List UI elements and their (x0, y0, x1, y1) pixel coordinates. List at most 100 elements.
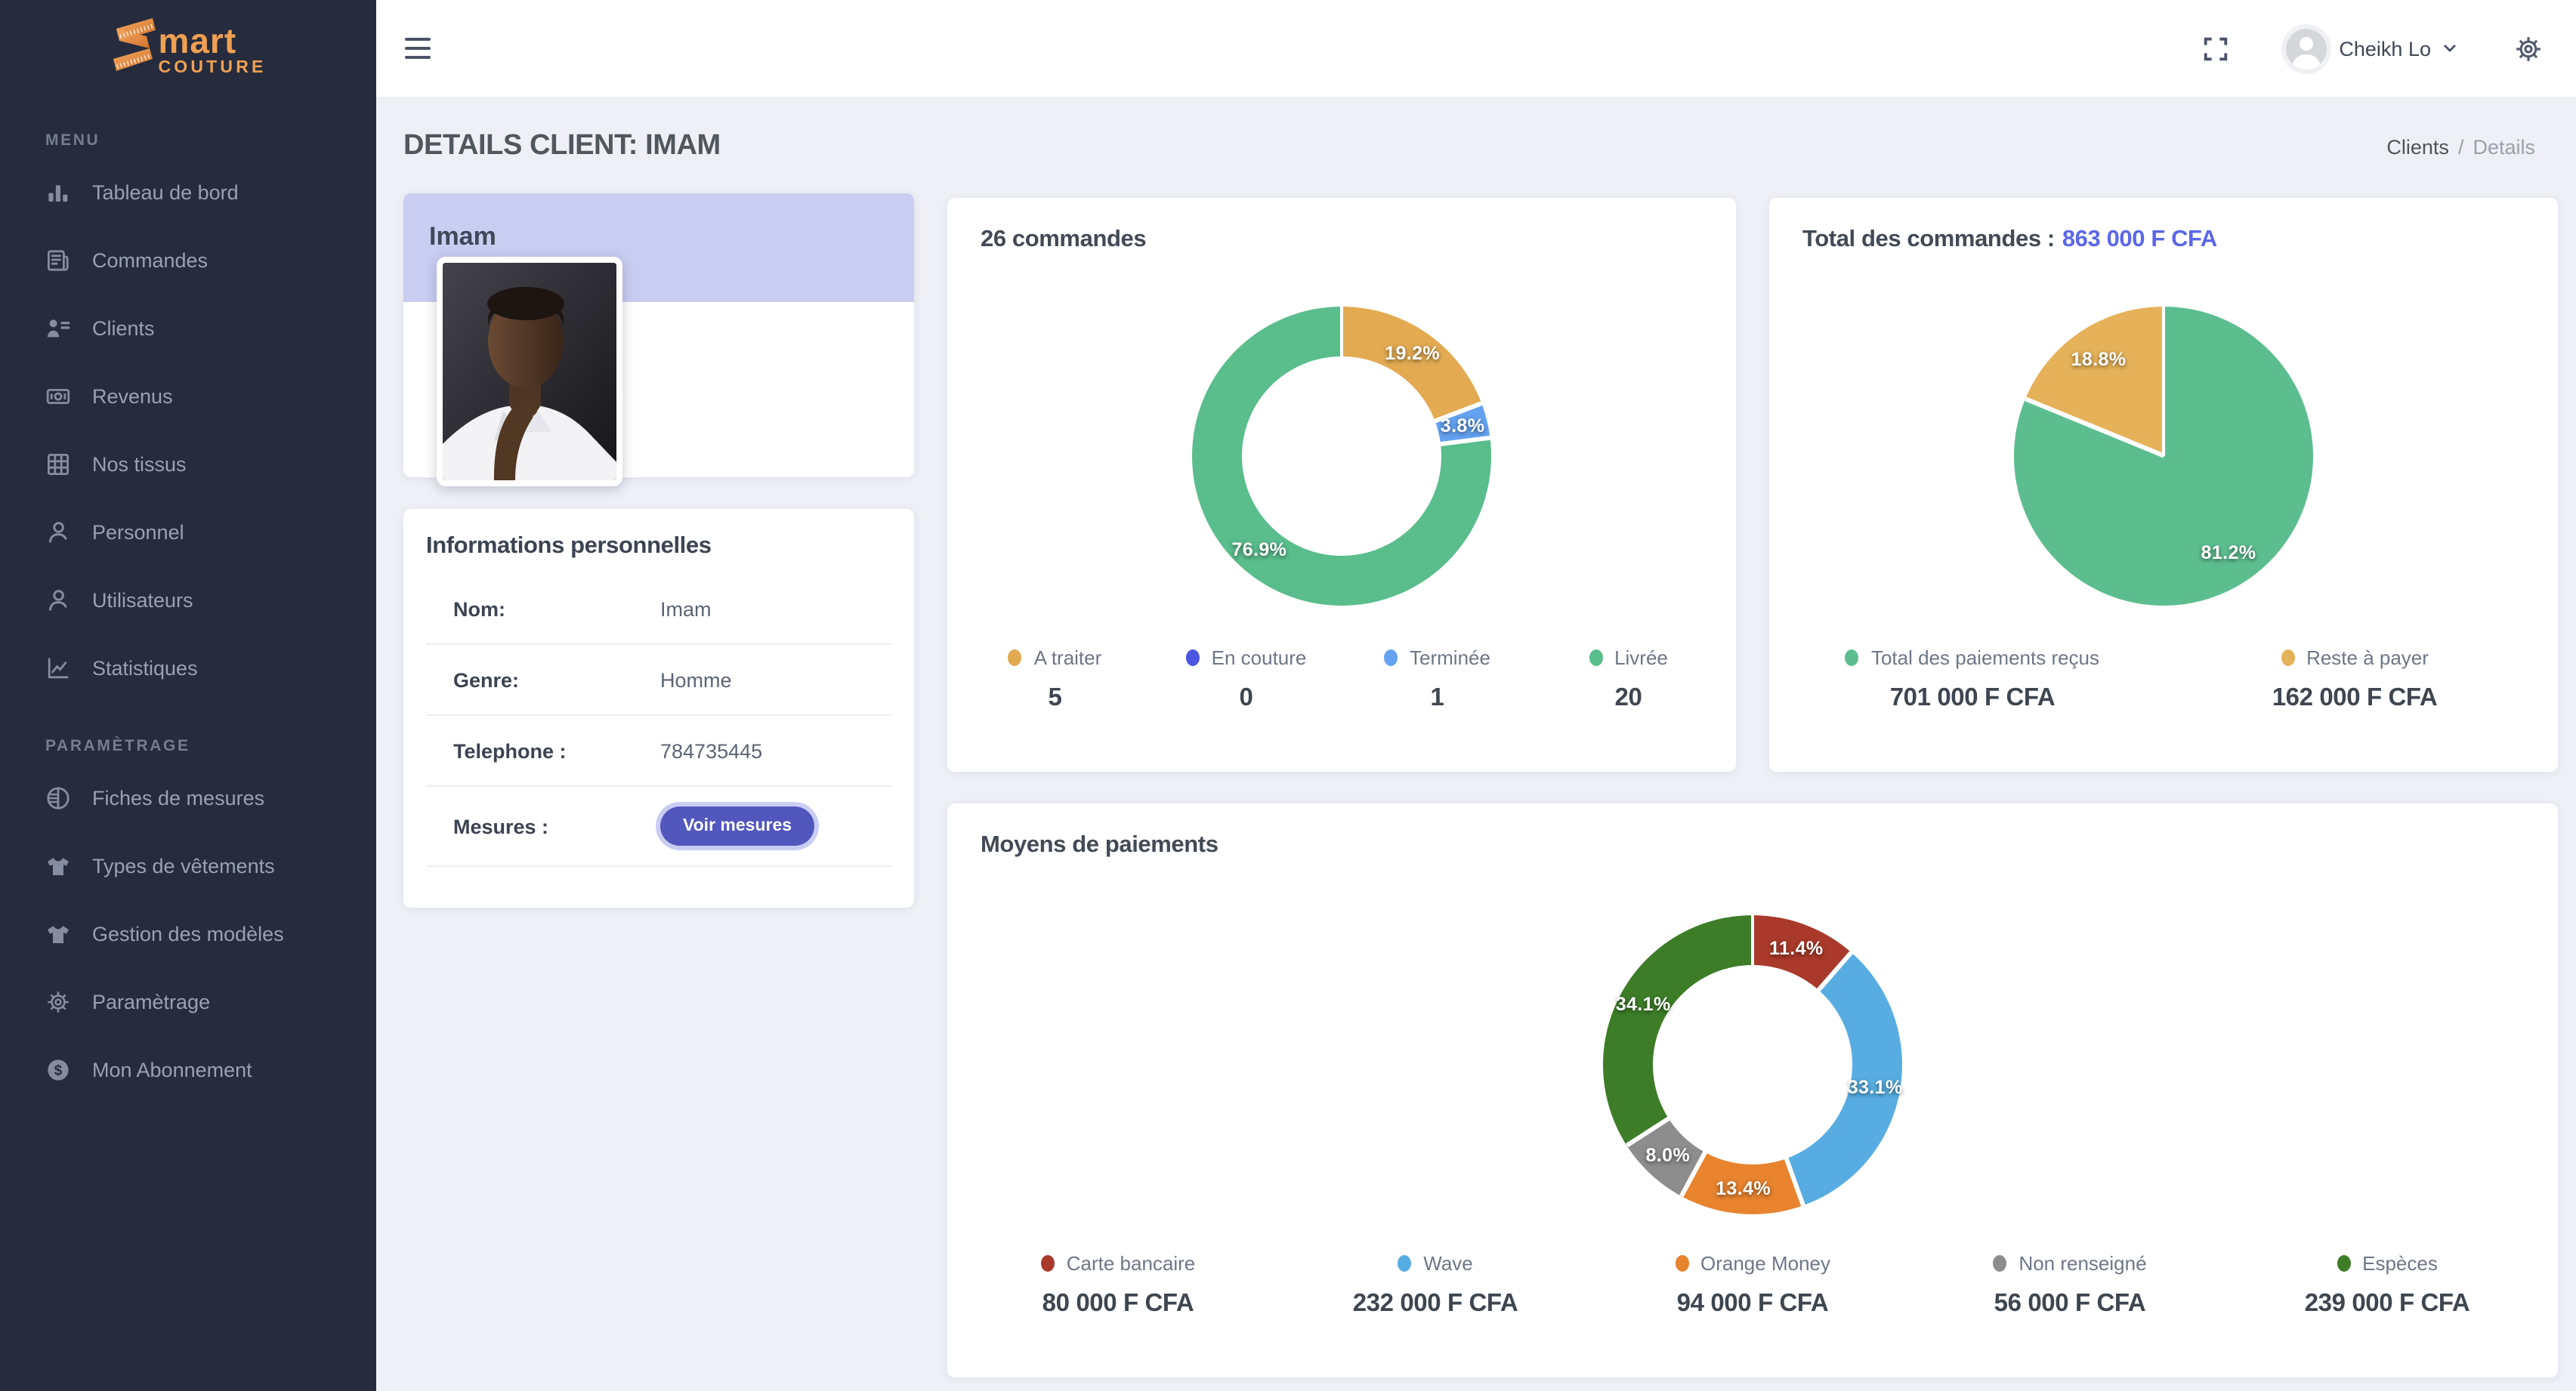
legend-item[interactable]: Terminée 1 (1342, 646, 1533, 713)
sidebar-item-mon-abonnement[interactable]: $ Mon Abonnement (0, 1036, 376, 1104)
slice-percent-label: 34.1% (1615, 994, 1671, 1016)
logo-ribbon-s-icon (113, 18, 156, 71)
sidebar-item-nos-tissus[interactable]: Nos tissus (0, 430, 376, 498)
brand-name-couture: COUTURE (158, 59, 267, 77)
fullscreen-icon[interactable] (2201, 34, 2230, 63)
info-row-label: Telephone : (453, 739, 567, 762)
brand-name-mart: mart (158, 21, 237, 60)
slice-percent-label: 8.0% (1645, 1145, 1691, 1167)
legend-item[interactable]: Espèces 239 000 F CFA (2229, 1252, 2546, 1319)
sidebar-item-label: Gestion des modèles (92, 923, 284, 945)
legend-dot-icon (1845, 649, 1859, 666)
sidebar-item-statistiques[interactable]: Statistiques (0, 634, 376, 702)
legend-value: 20 (1614, 684, 1642, 711)
legend-item[interactable]: Carte bancaire 80 000 F CFA (959, 1252, 1277, 1319)
legend-item[interactable]: Non renseigné 56 000 F CFA (1911, 1252, 2229, 1319)
sidebar-item-label: Clients (92, 317, 155, 340)
stats-icon (45, 655, 71, 681)
legend-item[interactable]: Orange Money 94 000 F CFA (1594, 1252, 1911, 1319)
legend-value: 162 000 F CFA (2272, 684, 2438, 711)
slice-separator (2161, 307, 2166, 456)
legend-value: 5 (1048, 684, 1062, 711)
sidebar-item-label: Fiches de mesures (92, 787, 265, 810)
client-photo (437, 257, 622, 486)
legend-label: Wave (1423, 1252, 1473, 1275)
info-row: Nom: Imam (426, 574, 891, 645)
donut-hole (1242, 356, 1441, 556)
hamburger-menu-icon[interactable] (405, 38, 431, 59)
legend-item[interactable]: En couture 0 (1151, 646, 1342, 713)
avatar (2286, 28, 2327, 69)
measure-icon (45, 785, 71, 811)
sidebar-item-commandes[interactable]: Commandes (0, 227, 376, 295)
legend-item[interactable]: A traiter 5 (959, 646, 1151, 713)
measures-row: Mesures : Voir mesures (426, 787, 891, 867)
settings-gear-icon[interactable] (2514, 34, 2543, 63)
sidebar-item-label: Tableau de bord (92, 181, 239, 204)
legend-value: 701 000 F CFA (1889, 684, 2056, 711)
legend-value: 56 000 F CFA (1994, 1290, 2146, 1317)
legend-value: 80 000 F CFA (1042, 1290, 1194, 1317)
sidebar-item-clients[interactable]: Clients (0, 295, 376, 362)
content: DETAILS CLIENT: IMAM Clients / Details Ima… (376, 97, 2576, 1391)
sidebar-item-fiches-de-mesures[interactable]: Fiches de mesures (0, 764, 376, 832)
sidebar-item-label: Mon Abonnement (92, 1059, 252, 1081)
voir-mesures-button[interactable]: Voir mesures (660, 807, 815, 846)
legend-label: En couture (1211, 646, 1307, 669)
legend-item[interactable]: Livrée 20 (1533, 646, 1724, 713)
info-row-label: Genre: (453, 668, 520, 691)
orders-icon (45, 248, 71, 273)
legend-label: Orange Money (1700, 1252, 1830, 1275)
slice-percent-label: 76.9% (1231, 538, 1287, 560)
measures-label: Mesures : (453, 815, 549, 837)
legend-dot-icon (2281, 649, 2295, 666)
donut-hole (1653, 965, 1852, 1164)
sidebar-item-revenus[interactable]: Revenus (0, 362, 376, 430)
user-menu[interactable]: Cheikh Lo (2286, 28, 2457, 69)
legend-value: 232 000 F CFA (1352, 1290, 1518, 1317)
legend-item[interactable]: Reste à payer 162 000 F CFA (2164, 646, 2546, 713)
settings-section-label: PARAMÈTRAGE (45, 737, 190, 755)
shirt-icon (45, 853, 71, 879)
total-orders-chart-legend: Total des paiements reçus 701 000 F CFA Re… (1781, 646, 2546, 713)
sidebar-item-tableau-de-bord[interactable]: Tableau de bord (0, 159, 376, 227)
legend-dot-icon (1675, 1255, 1688, 1272)
sidebar-item-label: Utilisateurs (92, 589, 193, 612)
legend-dot-icon (1398, 1255, 1412, 1272)
brand-logo[interactable]: mart COUTURE (0, 0, 376, 97)
legend-label: Total des paiements reçus (1870, 646, 2100, 669)
payment-methods-chart-card: Moyens de paiements 11.4% 33.1% 13.4% 8.0% 3… (947, 803, 2558, 1377)
page-title: DETAILS CLIENT: IMAM (403, 130, 721, 162)
legend-item[interactable]: Wave 232 000 F CFA (1277, 1252, 1594, 1319)
sidebar-item-types-de-v-tements[interactable]: Types de vêtements (0, 832, 376, 900)
topbar: Cheikh Lo (376, 0, 2576, 97)
info-row: Genre: Homme (426, 645, 891, 716)
sidebar-item-label: Types de vêtements (92, 855, 275, 877)
sidebar-item-utilisateurs[interactable]: Utilisateurs (0, 566, 376, 634)
slice-percent-label: 11.4% (1769, 937, 1824, 959)
sidebar-item-gestion-des-mod-les[interactable]: Gestion des modèles (0, 900, 376, 968)
breadcrumb-current: Details (2473, 136, 2535, 159)
sidebar: mart COUTURE MENU Tableau de bord Command… (0, 0, 376, 1391)
personal-info-card: Informations personnelles Nom: Imam Genre:… (403, 509, 914, 908)
menu-section-label: MENU (45, 131, 100, 150)
legend-item[interactable]: Total des paiements reçus 701 000 F CFA (1781, 646, 2164, 713)
sidebar-settings-menu: Fiches de mesures Types de vêtements Gesti… (0, 764, 376, 1104)
info-row-value: Imam (660, 597, 712, 620)
users-icon (45, 588, 71, 613)
slice-percent-label: 3.8% (1440, 415, 1485, 436)
slice-percent-label: 18.8% (2071, 348, 2127, 370)
legend-dot-icon (1185, 649, 1200, 666)
sidebar-item-label: Personnel (92, 521, 184, 544)
legend-dot-icon (1008, 649, 1022, 666)
legend-value: 0 (1239, 684, 1253, 711)
info-row: Telephone : 784735445 (426, 716, 891, 787)
sidebar-item-param-trage[interactable]: Paramètrage (0, 968, 376, 1036)
chevron-down-icon (2444, 45, 2456, 52)
legend-dot-icon (1384, 649, 1398, 666)
slice-percent-label: 33.1% (1847, 1077, 1903, 1099)
shirt-icon (45, 921, 71, 947)
breadcrumb-clients-link[interactable]: Clients (2386, 136, 2449, 159)
legend-value: 94 000 F CFA (1676, 1290, 1829, 1317)
sidebar-item-personnel[interactable]: Personnel (0, 498, 376, 566)
